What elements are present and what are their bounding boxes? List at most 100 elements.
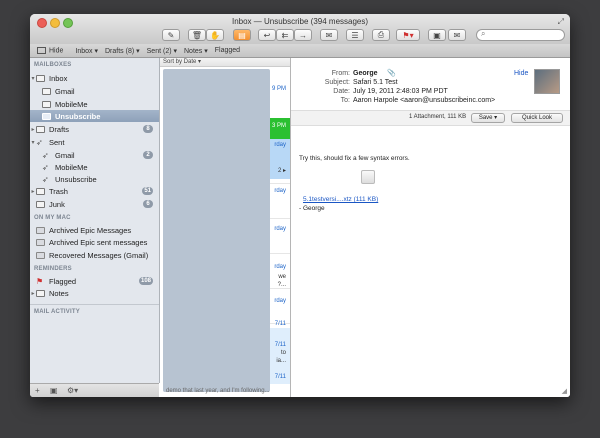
to-value[interactable]: Aaron Harpole <aaron@unsubscribeinc.com>	[353, 97, 495, 104]
favorite-inbox[interactable]: Inbox ▾	[75, 47, 98, 55]
favorites-bar: Hide Inbox ▾ Drafts (8) ▾ Sent (2) ▾ Not…	[30, 44, 570, 58]
mail-window: Inbox — Unsubscribe (394 messages) ⤢ ✎ 🗑…	[30, 14, 570, 397]
message-date: 7/11	[274, 342, 286, 348]
paper-plane-icon: ➶	[42, 162, 49, 172]
inbox-icon	[36, 74, 45, 82]
drafts-count-badge: 8	[143, 125, 153, 133]
inbox-icon	[42, 100, 51, 108]
message-snippet: ia...	[276, 358, 286, 364]
notes-icon	[36, 289, 45, 297]
date-label: Date:	[333, 88, 350, 95]
hide-header-link[interactable]: Hide	[514, 70, 528, 77]
hide-mailboxes-button[interactable]: Hide	[37, 46, 63, 54]
photo-browser-button[interactable]: ▣	[428, 29, 446, 41]
favorite-notes[interactable]: Notes ▾	[184, 47, 208, 55]
folder-icon	[36, 226, 45, 234]
search-input[interactable]	[489, 31, 561, 39]
sidebar-item-flagged[interactable]: ⚑ Flagged 108	[30, 275, 159, 287]
sidebar-item-drafts[interactable]: ▸ Drafts 8	[30, 123, 159, 135]
sidebar-item-recovered[interactable]: Recovered Messages (Gmail)	[30, 249, 159, 261]
attachment-summary: 1 Attachment, 111 KB	[409, 114, 467, 120]
reply-all-button[interactable]: ⇇	[276, 29, 294, 41]
sort-by-date-button[interactable]: Sort by Date ▾	[160, 58, 290, 67]
message-list[interactable]: Sort by Date ▾ 9 PM 3 PM rday 2 ▸ rday r…	[160, 58, 291, 397]
sender-avatar	[534, 69, 560, 94]
message-snippet: ?...	[277, 282, 286, 288]
get-mail-button[interactable]: ✉	[448, 29, 466, 41]
message-date: rday	[274, 226, 286, 232]
junk-button[interactable]: ✋	[206, 29, 224, 41]
mail-icon: ✉	[453, 30, 461, 40]
mailboxes-header: MAILBOXES	[34, 62, 72, 68]
trash-icon: 🗑	[191, 30, 203, 40]
sidebar-item-inbox-unsubscribe[interactable]: Unsubscribe	[30, 110, 159, 122]
mail-activity-header: MAIL ACTIVITY	[34, 309, 80, 315]
show-activity-icon[interactable]: ▣	[50, 386, 58, 395]
paper-plane-icon: ➶	[36, 137, 43, 147]
inbox-icon	[42, 87, 51, 95]
archive-button[interactable]: ▤	[233, 29, 251, 41]
sidebar-item-archived-epic[interactable]: Archived Epic Messages	[30, 224, 159, 236]
sidebar-item-sent-mobileme[interactable]: ➶ MobileMe	[30, 161, 159, 173]
message-date: 7/11	[274, 321, 286, 327]
paper-plane-icon: ➶	[42, 174, 49, 184]
sent-gmail-count-badge: 2	[143, 151, 153, 159]
envelope-icon: ✉	[325, 30, 333, 40]
on-my-mac-header: ON MY MAC	[34, 215, 71, 221]
new-note-button[interactable]: ✉	[320, 29, 338, 41]
thumbs-down-icon: ✋	[210, 30, 220, 40]
fullscreen-icon[interactable]: ⤢	[558, 17, 564, 27]
save-button[interactable]: Save ▾	[471, 113, 505, 123]
favorite-flagged[interactable]: Flagged	[215, 47, 240, 54]
gear-icon[interactable]: ⚙▾	[67, 386, 78, 395]
message-date: rday	[274, 264, 286, 270]
sidebar-item-inbox-mobileme[interactable]: MobileMe	[30, 98, 159, 110]
message-date: 3 PM	[271, 123, 286, 129]
from-value[interactable]: George	[353, 70, 378, 77]
sidebar-item-inbox-gmail[interactable]: Gmail	[30, 85, 159, 97]
folder-icon	[36, 251, 45, 259]
attachment-bar: 1 Attachment, 111 KB Save ▾ Quick Look	[291, 110, 570, 126]
compose-button[interactable]: ✎	[162, 29, 180, 41]
sidebar-item-inbox[interactable]: ▾ Inbox	[30, 72, 159, 84]
printer-icon: ⎙	[377, 30, 385, 39]
compose-icon: ✎	[167, 30, 175, 40]
reminders-header: REMINDERS	[34, 266, 72, 272]
favorite-sent[interactable]: Sent (2) ▾	[147, 47, 177, 55]
folder-icon	[36, 238, 45, 246]
resize-grip-icon[interactable]: ◢	[562, 387, 567, 395]
sidebar-item-junk[interactable]: Junk 6	[30, 198, 159, 210]
sidebar-item-sent[interactable]: ▾ ➶ Sent	[30, 136, 159, 148]
thread-count: 2 ▸	[277, 168, 286, 174]
add-mailbox-icon[interactable]: +	[35, 386, 40, 395]
quick-look-button[interactable]: Quick Look	[511, 113, 563, 123]
sidebar-item-sent-unsubscribe[interactable]: ➶ Unsubscribe	[30, 173, 159, 185]
paperclip-icon: 📎	[387, 70, 396, 77]
flag-button[interactable]: ⚑▾	[396, 29, 420, 41]
from-label: From:	[331, 70, 350, 77]
forward-icon: →	[299, 30, 307, 40]
reply-button[interactable]: ↩	[258, 29, 276, 41]
paper-plane-icon: ➶	[42, 150, 49, 160]
attachment-file-icon[interactable]	[361, 170, 375, 184]
message-snippet: demo that last year, and I'm following..…	[166, 388, 270, 394]
reply-icon: ↩	[263, 30, 271, 40]
inbox-icon	[42, 112, 51, 120]
drafts-icon	[36, 125, 45, 133]
forward-button[interactable]: →	[294, 29, 312, 41]
search-field[interactable]: ⌕	[476, 29, 565, 41]
message-date: rday	[274, 142, 286, 148]
favorite-drafts[interactable]: Drafts (8) ▾	[105, 47, 140, 55]
print-button[interactable]: ⎙	[372, 29, 390, 41]
subject-value: Safari 5.1 Test	[353, 79, 398, 86]
new-todo-button[interactable]: ☰	[346, 29, 364, 41]
sidebar-item-trash[interactable]: ▸ Trash 51	[30, 185, 159, 197]
message-date: rday	[274, 298, 286, 304]
flagged-count-badge: 108	[138, 277, 153, 285]
sidebar-item-sent-gmail[interactable]: ➶ Gmail 2	[30, 149, 159, 161]
delete-button[interactable]: 🗑	[188, 29, 206, 41]
attachment-link[interactable]: 5.1testversi....xtz (111 KB)	[303, 196, 378, 203]
sidebar-item-archived-epic-sent[interactable]: Archived Epic sent messages	[30, 236, 159, 248]
archive-icon: ▤	[238, 30, 246, 40]
sidebar-item-notes[interactable]: ▸ Notes	[30, 287, 159, 299]
